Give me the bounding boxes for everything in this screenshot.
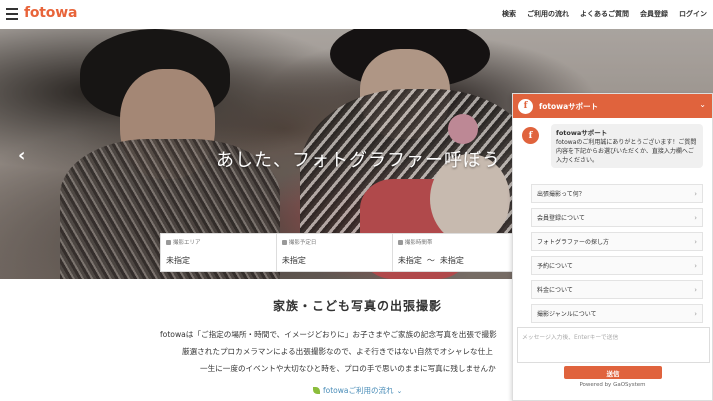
chat-option[interactable]: 出張撮影って何？ ›: [531, 184, 703, 203]
chat-input-area: [517, 327, 710, 363]
support-chat-widget: f fotowaサポート ⌄ f fotowaサポート fotowaのご利用誠に…: [512, 93, 713, 401]
time-sep: 〜: [426, 256, 435, 265]
chat-option[interactable]: フォトグラファーの探し方 ›: [531, 232, 703, 251]
area-value: 未指定: [166, 256, 190, 265]
chevron-down-icon: ⌄: [396, 386, 403, 395]
message-sender: fotowaサポート: [556, 129, 608, 137]
date-value: 未指定: [281, 256, 306, 265]
intro-line: 一生に一度のイベントや大切なひと時を、プロの手で思いのままに写真に残しませんか: [200, 364, 496, 373]
chevron-right-icon: ›: [694, 237, 697, 246]
chat-option[interactable]: 撮影ジャンルについて ›: [531, 304, 703, 323]
intro-text: fotowaは「ご指定の場所・時間で、イメージどおりに」お子さまやご家族の記念写…: [160, 326, 520, 377]
flow-link[interactable]: fotowaご利用の流れ ⌄: [313, 385, 402, 396]
site-header: fotowa 検索 ご利用の流れ よくあるご質問 会員登録 ログイン: [0, 0, 713, 29]
time-to: 未指定: [439, 256, 464, 265]
calendar-icon: [281, 239, 287, 245]
chat-option-label: フォトグラファーの探し方: [537, 239, 610, 246]
nav-login[interactable]: ログイン: [679, 9, 707, 19]
bot-avatar-icon: f: [522, 127, 539, 144]
time-label: 撮影時間帯: [404, 240, 433, 246]
nav-faq[interactable]: よくあるご質問: [580, 9, 629, 19]
flow-link-label: fotowaご利用の流れ: [323, 386, 394, 395]
chat-option[interactable]: 料金について ›: [531, 280, 703, 299]
hero-prev-arrow-icon[interactable]: ‹: [18, 145, 25, 166]
section-title: 家族・こども写真の出張撮影: [273, 299, 443, 313]
chevron-right-icon: ›: [694, 285, 697, 294]
intro-line: fotowaは「ご指定の場所・時間で、イメージどおりに」お子さまやご家族の記念写…: [160, 330, 497, 339]
menu-icon[interactable]: [6, 8, 18, 20]
chevron-right-icon: ›: [694, 309, 697, 318]
time-value: 未指定〜未指定: [398, 255, 508, 266]
date-label: 撮影予定日: [288, 240, 317, 246]
chat-option[interactable]: 予約について ›: [531, 256, 703, 275]
chat-option-label: 予約について: [537, 263, 573, 270]
chat-option-label: 出張撮影って何？: [537, 191, 585, 198]
powered-by: Powered by GaOSystem: [579, 382, 646, 388]
nav-search[interactable]: 検索: [502, 9, 516, 19]
chevron-right-icon: ›: [694, 261, 697, 270]
time-from: 未指定: [397, 256, 422, 265]
chat-options: 出張撮影って何？ › 会員登録について › フォトグラファーの探し方 › 予約について…: [531, 184, 703, 328]
chat-option-label: 料金について: [537, 287, 573, 294]
chevron-right-icon: ›: [694, 213, 697, 222]
date-field[interactable]: 撮影予定日 未指定: [277, 234, 393, 271]
search-bar: 撮影エリア 未指定 撮影予定日 未指定 撮影時間帯 未指定〜未指定: [160, 233, 514, 272]
message-text: fotowaのご利用誠にありがとうございます！ご質問内容を下記からお選びいただく…: [556, 139, 697, 164]
intro-line: 厳選されたプロカメラマンによる出張撮影なので、よそ行きではない自然でオシャレな仕…: [182, 347, 493, 356]
nav-flow[interactable]: ご利用の流れ: [527, 9, 569, 19]
chat-header[interactable]: f fotowaサポート ⌄: [513, 94, 712, 118]
leaf-icon: [313, 387, 320, 394]
chat-option[interactable]: 会員登録について ›: [531, 208, 703, 227]
chat-option-label: 撮影ジャンルについて: [537, 311, 597, 318]
chat-header-title: fotowaサポート: [539, 101, 599, 111]
nav-register[interactable]: 会員登録: [640, 9, 668, 19]
chat-message: f fotowaサポート fotowaのご利用誠にありがとうございます！ご質問内…: [513, 118, 712, 176]
facebook-icon: f: [518, 98, 533, 114]
header-nav: 検索 ご利用の流れ よくあるご質問 会員登録 ログイン: [502, 9, 707, 19]
clock-icon: [397, 239, 403, 245]
chevron-right-icon: ›: [694, 189, 697, 198]
location-icon: [166, 239, 171, 245]
area-label: 撮影エリア: [173, 240, 201, 246]
chat-message-input[interactable]: [522, 332, 705, 358]
chat-option-label: 会員登録について: [537, 215, 585, 222]
send-button[interactable]: 送信: [564, 366, 662, 379]
message-bubble: fotowaサポート fotowaのご利用誠にありがとうございます！ご質問内容を…: [551, 124, 703, 168]
area-field[interactable]: 撮影エリア 未指定: [161, 234, 277, 271]
hero-title: あした、フォトグラファー呼ぼう: [216, 150, 501, 171]
time-field[interactable]: 撮影時間帯 未指定〜未指定: [393, 234, 513, 271]
chevron-down-icon[interactable]: ⌄: [699, 100, 706, 109]
site-logo[interactable]: fotowa: [24, 5, 77, 21]
